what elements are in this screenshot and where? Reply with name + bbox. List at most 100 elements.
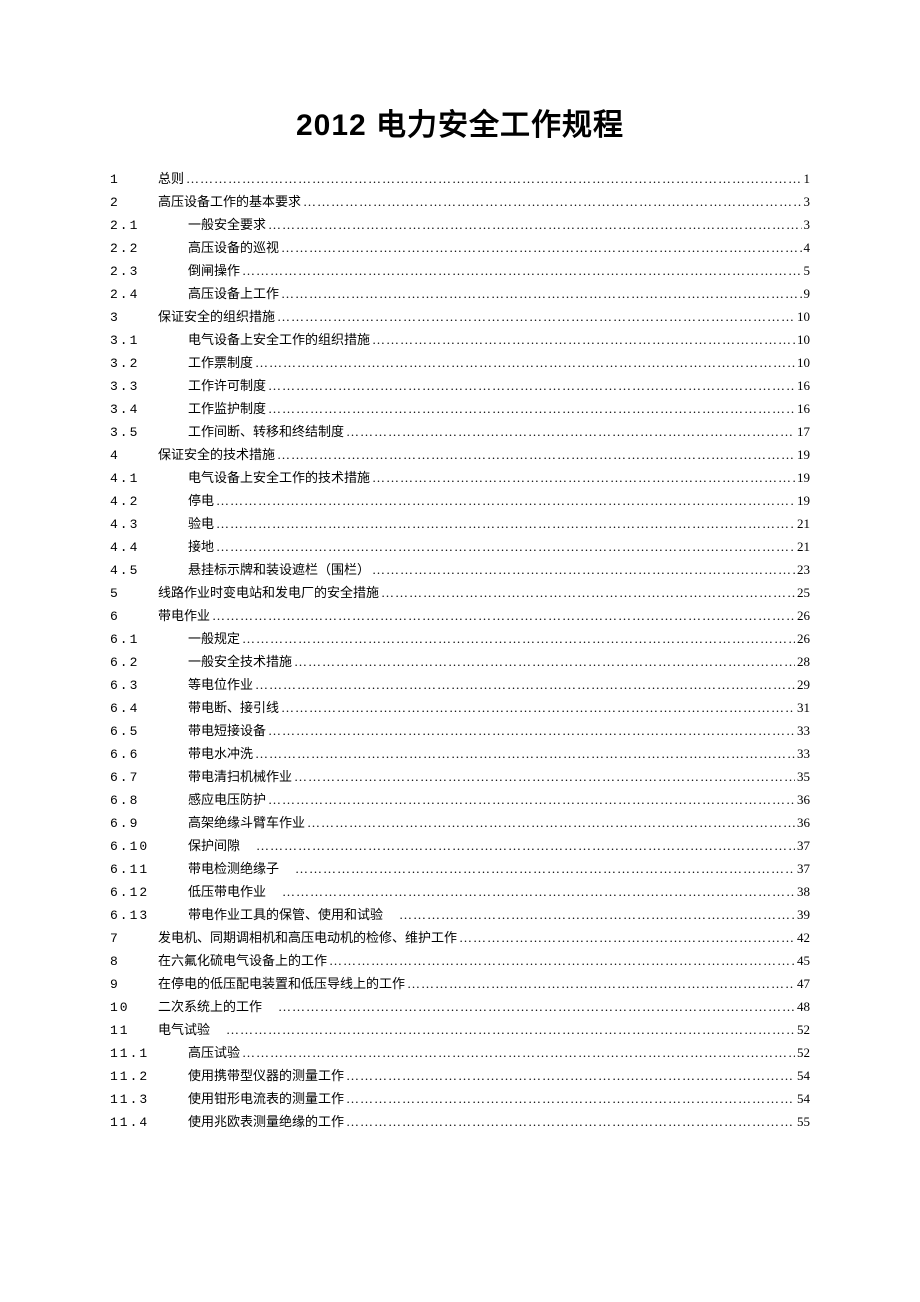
toc-entry-number: 6.6 xyxy=(110,748,188,761)
toc-entry: 9在停电的低压配电装置和低压导线上的工作47 xyxy=(110,977,810,991)
toc-leader-dots xyxy=(281,701,795,714)
toc-leader-dots xyxy=(212,609,795,622)
toc-leader-dots xyxy=(346,1115,795,1128)
toc-entry-title: 二次系统上的工作 xyxy=(158,1000,262,1013)
toc-entry-page: 19 xyxy=(797,471,810,484)
toc-leader-dots xyxy=(346,1069,795,1082)
table-of-contents: 1总则12高压设备工作的基本要求32.1一般安全要求32.2高压设备的巡视42.… xyxy=(110,172,810,1129)
toc-entry: 3.2工作票制度10 xyxy=(110,356,810,370)
toc-entry-page: 37 xyxy=(797,839,810,852)
toc-entry: 3.3工作许可制度16 xyxy=(110,379,810,393)
toc-entry-number: 2.1 xyxy=(110,219,188,232)
toc-entry-title: 低压带电作业 xyxy=(188,885,266,898)
toc-entry-number: 4.3 xyxy=(110,518,188,531)
toc-entry-number: 4.5 xyxy=(110,564,188,577)
toc-entry-title: 带电清扫机械作业 xyxy=(188,770,292,783)
toc-entry-title: 一般安全技术措施 xyxy=(188,655,292,668)
toc-entry: 11.1高压试验52 xyxy=(110,1046,810,1060)
toc-entry-page: 33 xyxy=(797,747,810,760)
toc-entry-number: 6.1 xyxy=(110,633,188,646)
toc-leader-dots xyxy=(278,1000,795,1013)
toc-entry-title: 高压试验 xyxy=(188,1046,240,1059)
toc-entry: 6.11带电检测绝缘子37 xyxy=(110,862,810,876)
toc-entry-number: 8 xyxy=(110,955,158,968)
document-title: 2012 电力安全工作规程 xyxy=(110,100,810,144)
toc-leader-dots xyxy=(186,172,801,185)
toc-entry-title: 在停电的低压配电装置和低压导线上的工作 xyxy=(158,977,405,990)
toc-entry-number: 11 xyxy=(110,1024,158,1037)
toc-entry-title: 接地 xyxy=(188,540,214,553)
toc-entry-number: 3.3 xyxy=(110,380,188,393)
toc-entry-number: 10 xyxy=(110,1001,158,1014)
toc-entry-title: 在六氟化硫电气设备上的工作 xyxy=(158,954,327,967)
toc-leader-dots xyxy=(242,1046,795,1059)
toc-entry: 6.10保护间隙 37 xyxy=(110,839,810,853)
toc-entry-page: 45 xyxy=(797,954,810,967)
toc-leader-dots xyxy=(346,1092,795,1105)
toc-entry-title: 保护间隙 xyxy=(188,839,240,852)
toc-leader-dots xyxy=(268,724,795,737)
toc-entry-page: 23 xyxy=(797,563,810,576)
toc-entry: 4.4接地21 xyxy=(110,540,810,554)
toc-entry-page: 47 xyxy=(797,977,810,990)
toc-entry: 8在六氟化硫电气设备上的工作 45 xyxy=(110,954,810,968)
toc-leader-dots xyxy=(459,931,795,944)
toc-entry-number: 4.4 xyxy=(110,541,188,554)
toc-entry-number: 6.10 xyxy=(110,840,188,853)
toc-leader-dots xyxy=(372,563,795,576)
toc-leader-dots xyxy=(255,747,795,760)
toc-entry-number: 2 xyxy=(110,196,158,209)
toc-entry-number: 4.1 xyxy=(110,472,188,485)
toc-entry-title: 带电检测绝缘子 xyxy=(188,862,279,875)
toc-entry: 2.3倒闸操作5 xyxy=(110,264,810,278)
toc-leader-dots xyxy=(216,517,795,530)
toc-entry-page: 26 xyxy=(797,632,810,645)
toc-entry-number: 11.4 xyxy=(110,1116,188,1129)
toc-entry-page: 36 xyxy=(797,793,810,806)
toc-leader-dots xyxy=(242,264,801,277)
toc-entry: 4.5悬挂标示牌和装设遮栏（围栏）23 xyxy=(110,563,810,577)
toc-entry: 6.9高架绝缘斗臂车作业36 xyxy=(110,816,810,830)
toc-entry: 3保证安全的组织措施10 xyxy=(110,310,810,324)
toc-entry-page: 3 xyxy=(804,218,811,231)
toc-entry-number: 4 xyxy=(110,449,158,462)
toc-entry-number: 6.5 xyxy=(110,725,188,738)
toc-entry-number: 7 xyxy=(110,932,158,945)
toc-entry-number: 4.2 xyxy=(110,495,188,508)
toc-entry-title: 带电断、接引线 xyxy=(188,701,279,714)
toc-entry: 2.4高压设备上工作9 xyxy=(110,287,810,301)
toc-entry-page: 10 xyxy=(797,310,810,323)
toc-entry-number: 2.2 xyxy=(110,242,188,255)
toc-entry-title: 带电水冲洗 xyxy=(188,747,253,760)
toc-entry-title: 电气试验 xyxy=(158,1023,210,1036)
toc-entry-page: 25 xyxy=(797,586,810,599)
toc-entry-title: 使用兆欧表测量绝缘的工作 xyxy=(188,1115,344,1128)
toc-entry: 2.2高压设备的巡视4 xyxy=(110,241,810,255)
toc-entry-title: 一般规定 xyxy=(188,632,240,645)
toc-entry: 3.1电气设备上安全工作的组织措施10 xyxy=(110,333,810,347)
toc-entry-page: 21 xyxy=(797,517,810,530)
toc-entry-number: 6.4 xyxy=(110,702,188,715)
toc-entry-page: 4 xyxy=(804,241,811,254)
toc-entry-page: 28 xyxy=(797,655,810,668)
toc-entry-number: 6.9 xyxy=(110,817,188,830)
toc-entry: 6.8感应电压防护36 xyxy=(110,793,810,807)
toc-entry: 2高压设备工作的基本要求3 xyxy=(110,195,810,209)
toc-leader-dots xyxy=(277,448,795,461)
toc-entry-title: 工作许可制度 xyxy=(188,379,266,392)
toc-entry-page: 54 xyxy=(797,1092,810,1105)
toc-entry: 6.3等电位作业29 xyxy=(110,678,810,692)
toc-entry: 6带电作业26 xyxy=(110,609,810,623)
toc-entry-number: 3.5 xyxy=(110,426,188,439)
toc-entry-title: 使用携带型仪器的测量工作 xyxy=(188,1069,344,1082)
toc-leader-dots xyxy=(399,908,795,921)
toc-entry: 6.4带电断、接引线31 xyxy=(110,701,810,715)
toc-entry-title: 等电位作业 xyxy=(188,678,253,691)
toc-entry: 6.6带电水冲洗 33 xyxy=(110,747,810,761)
toc-leader-dots xyxy=(242,632,795,645)
toc-leader-dots xyxy=(277,310,795,323)
toc-entry-page: 26 xyxy=(797,609,810,622)
toc-leader-dots xyxy=(372,471,795,484)
toc-entry-title: 停电 xyxy=(188,494,214,507)
toc-entry-title: 感应电压防护 xyxy=(188,793,266,806)
